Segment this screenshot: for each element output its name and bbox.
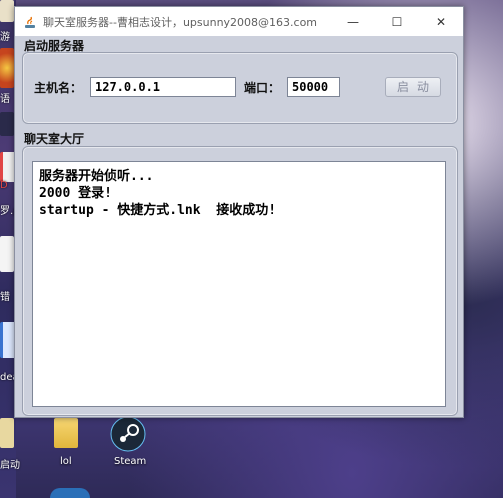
desktop-icon-label-steam: Steam [114, 456, 147, 467]
java-app-icon [23, 15, 37, 29]
maximize-button[interactable]: ☐ [375, 7, 419, 36]
window-title: 聊天室服务器--曹相志设计，upsunny2008@163.com [43, 15, 318, 29]
desktop-app-icon[interactable] [0, 418, 14, 448]
host-input[interactable]: 127.0.0.1 [90, 77, 236, 97]
close-button[interactable]: ✕ [419, 7, 463, 36]
folder-icon[interactable] [54, 418, 78, 448]
desktop-side-text: D [0, 180, 8, 191]
desktop-app-icon[interactable] [0, 236, 14, 272]
window-controls: — ☐ ✕ [331, 7, 463, 36]
desktop-app-icon[interactable] [0, 48, 14, 88]
steam-icon[interactable] [110, 416, 146, 452]
start-button[interactable]: 启动 [385, 77, 441, 97]
lobby-group-title: 聊天室大厅 [24, 132, 85, 146]
minimize-icon: — [347, 14, 359, 29]
desktop-side-text: 游 [0, 32, 10, 43]
desktop-side-text: 启动 [0, 460, 20, 471]
port-input[interactable]: 50000 [287, 77, 340, 97]
desktop-icon-label-lol: lol [60, 456, 72, 467]
desktop-app-icon[interactable] [0, 0, 14, 22]
host-label: 主机名： [34, 81, 83, 95]
chat-line: 2000 登录! [39, 186, 112, 201]
desktop-app-icon[interactable] [0, 112, 14, 136]
close-icon: ✕ [435, 14, 447, 29]
port-label: 端口： [244, 81, 281, 95]
desktop-side-text: 语 [0, 94, 10, 105]
chat-line: startup - 快捷方式.lnk 接收成功! [39, 203, 277, 218]
chat-line: 服务器开始侦听... [39, 169, 154, 184]
chat-log-area[interactable]: 服务器开始侦听... 2000 登录! startup - 快捷方式.lnk 接… [32, 161, 446, 407]
desktop-side-text: 错 [0, 292, 10, 303]
minimize-button[interactable]: — [331, 7, 375, 36]
title-bar[interactable]: 聊天室服务器--曹相志设计，upsunny2008@163.com — ☐ ✕ [15, 7, 463, 36]
maximize-icon: ☐ [391, 14, 403, 29]
taskbar-hint [50, 488, 90, 498]
